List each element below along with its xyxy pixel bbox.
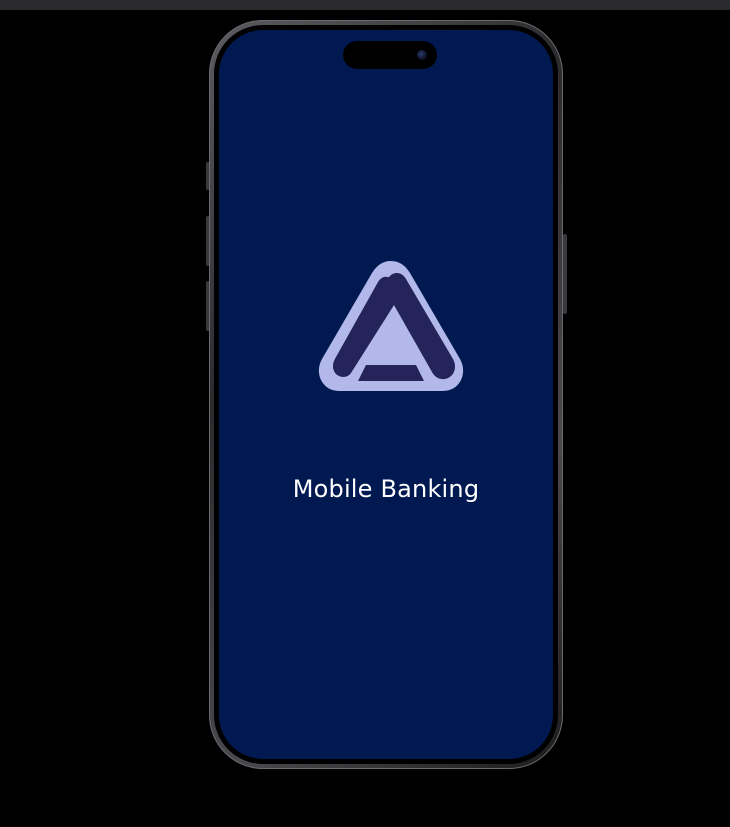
power-button <box>563 234 567 314</box>
banking-a-logo-icon <box>318 261 464 391</box>
phone-bezel: Mobile Banking <box>214 25 558 764</box>
dynamic-island <box>343 41 437 69</box>
front-camera-icon <box>417 50 427 60</box>
window-top-strip <box>0 0 730 10</box>
phone-frame: Mobile Banking <box>209 20 563 769</box>
splash-screen: Mobile Banking <box>219 30 553 759</box>
app-title: Mobile Banking <box>292 475 480 503</box>
